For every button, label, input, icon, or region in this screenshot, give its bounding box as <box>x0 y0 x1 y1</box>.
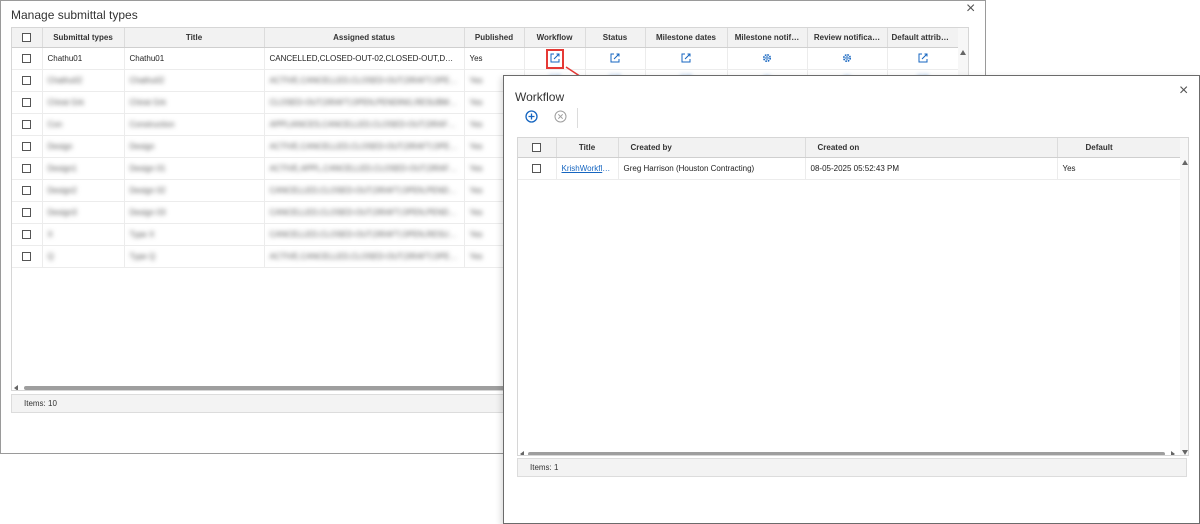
cell-title: Design 02 <box>124 179 265 202</box>
cell-created-by: Greg Harrison (Houston Contracting) <box>618 157 806 180</box>
edit-icon[interactable] <box>681 53 691 65</box>
cell-title: Chathu02 <box>124 69 265 92</box>
scroll-right-icon[interactable] <box>1171 451 1175 455</box>
edit-icon[interactable] <box>918 53 928 65</box>
edit-icon[interactable] <box>610 53 620 65</box>
row-checkbox[interactable] <box>12 47 43 70</box>
cell-title: Design 01 <box>124 157 265 180</box>
cell-published: Yes <box>464 47 525 70</box>
header-row: Submittal types Title Assigned status Pu… <box>12 28 959 48</box>
cell-submittal-type: X <box>42 223 125 246</box>
dialog-title: Manage submittal types <box>11 8 138 22</box>
cell-submittal-type: Chathu01 <box>42 47 125 70</box>
row-checkbox[interactable] <box>12 157 43 180</box>
col-published[interactable]: Published <box>464 28 525 48</box>
cell-assigned-status: ACTIVE,CANCELLED,CLOSED-OUT,DRAFT,OPEN,R… <box>264 135 465 158</box>
vertical-scrollbar[interactable] <box>1180 138 1188 455</box>
cell-submittal-type: Design2 <box>42 179 125 202</box>
row-checkbox[interactable] <box>12 69 43 92</box>
row-checkbox[interactable] <box>12 179 43 202</box>
toolbar-divider <box>577 108 578 128</box>
cell-assigned-status: CANCELLED,CLOSED-OUT-02,CLOSED-OUT,DRAFT… <box>264 47 465 70</box>
table-row[interactable]: KrishWorkflo… Greg Harrison (Houston Con… <box>518 157 1181 180</box>
cell-assigned-status: ACTIVE,APPL,CANCELLED,CLOSED-OUT,DRAFT… <box>264 157 465 180</box>
col-title[interactable]: Title <box>556 138 619 158</box>
select-all-checkbox[interactable] <box>518 138 557 158</box>
scroll-left-icon[interactable] <box>14 385 18 390</box>
close-icon[interactable]: × <box>966 1 975 17</box>
workflow-title-link[interactable]: KrishWorkflo… <box>556 157 619 180</box>
cell-submittal-type: Q <box>42 245 125 268</box>
scroll-down-icon[interactable] <box>1182 450 1188 455</box>
items-count: Items: 10 <box>24 399 57 408</box>
row-checkbox[interactable] <box>12 91 43 114</box>
col-review-notifications[interactable]: Review notifica… <box>807 28 888 48</box>
gear-icon[interactable] <box>842 53 852 65</box>
col-default-attributes[interactable]: Default attribut… <box>887 28 959 48</box>
row-checkbox[interactable] <box>12 113 43 136</box>
cell-submittal-type: Design <box>42 135 125 158</box>
items-count: Items: 1 <box>530 463 559 472</box>
cell-title: Type X <box>124 223 265 246</box>
scroll-left-icon[interactable] <box>520 451 524 455</box>
cell-created-on: 08-05-2025 05:52:43 PM <box>805 157 1058 180</box>
cell-title: Design <box>124 135 265 158</box>
cell-assigned-status: ACTIVE,CANCELLED,CLOSED-OUT,DRAFT,OPEN,R… <box>264 245 465 268</box>
workflow-dialog: Workflow × Title Created by Created on D… <box>503 75 1200 524</box>
header-row: Title Created by Created on Default <box>518 138 1181 158</box>
row-checkbox[interactable] <box>12 135 43 158</box>
col-default[interactable]: Default <box>1057 138 1181 158</box>
row-checkbox[interactable] <box>12 201 43 224</box>
cell-submittal-type: Chathu02 <box>42 69 125 92</box>
workflow-grid: Title Created by Created on Default Kris… <box>517 137 1189 456</box>
gear-icon[interactable] <box>762 53 772 65</box>
edit-icon[interactable] <box>545 48 564 69</box>
dialog-title: Workflow <box>515 90 565 104</box>
cell-assigned-status: CANCELLED,CLOSED-OUT,DRAFT,OPEN,RESUBMIT… <box>264 223 465 246</box>
col-milestone-notifications[interactable]: Milestone notif… <box>727 28 808 48</box>
remove-icon[interactable] <box>554 110 567 125</box>
scroll-up-icon[interactable] <box>1182 160 1188 165</box>
row-checkbox[interactable] <box>12 245 43 268</box>
close-icon[interactable]: × <box>1179 83 1188 99</box>
horizontal-scrollbar[interactable] <box>518 450 1180 455</box>
cell-title: Chirat Grk <box>124 91 265 114</box>
cell-assigned-status: CANCELLED,CLOSED-OUT,DRAFT,OPEN,PENDING,… <box>264 201 465 224</box>
cell-title: Type Q <box>124 245 265 268</box>
col-status[interactable]: Status <box>585 28 646 48</box>
select-all-checkbox[interactable] <box>12 28 43 48</box>
cell-assigned-status: CLOSED-OUT,DRAFT,OPEN,PENDING,RESUBMIT,R… <box>264 91 465 114</box>
table-row[interactable]: Chathu01 Chathu01 CANCELLED,CLOSED-OUT-0… <box>12 47 959 70</box>
horizontal-scroll-thumb[interactable] <box>24 386 509 390</box>
grid-footer: Items: 1 <box>517 458 1187 477</box>
cell-assigned-status: APPLIANCES,CANCELLED,CLOSED-OUT,DRAFT,OP… <box>264 113 465 136</box>
cell-submittal-type: Design1 <box>42 157 125 180</box>
horizontal-scroll-thumb[interactable] <box>528 452 1165 455</box>
cell-title: Design 03 <box>124 201 265 224</box>
cell-submittal-type: Design3 <box>42 201 125 224</box>
col-title[interactable]: Title <box>124 28 265 48</box>
cell-submittal-type: Chirat Grk <box>42 91 125 114</box>
cell-assigned-status: ACTIVE,CANCELLED,CLOSED-OUT,DRAFT,OPEN,R… <box>264 69 465 92</box>
col-assigned-status[interactable]: Assigned status <box>264 28 465 48</box>
cell-default: Yes <box>1057 157 1181 180</box>
col-workflow[interactable]: Workflow <box>524 28 586 48</box>
cell-assigned-status: CANCELLED,CLOSED-OUT,DRAFT,OPEN,PENDING,… <box>264 179 465 202</box>
row-checkbox[interactable] <box>12 223 43 246</box>
row-checkbox[interactable] <box>518 157 557 180</box>
cell-submittal-type: Con <box>42 113 125 136</box>
cell-title: Construction <box>124 113 265 136</box>
scroll-up-icon[interactable] <box>960 50 966 55</box>
col-submittal-types[interactable]: Submittal types <box>42 28 125 48</box>
col-created-on[interactable]: Created on <box>805 138 1058 158</box>
col-milestone-dates[interactable]: Milestone dates <box>645 28 728 48</box>
add-icon[interactable] <box>525 110 538 125</box>
cell-title: Chathu01 <box>124 47 265 70</box>
col-created-by[interactable]: Created by <box>618 138 806 158</box>
